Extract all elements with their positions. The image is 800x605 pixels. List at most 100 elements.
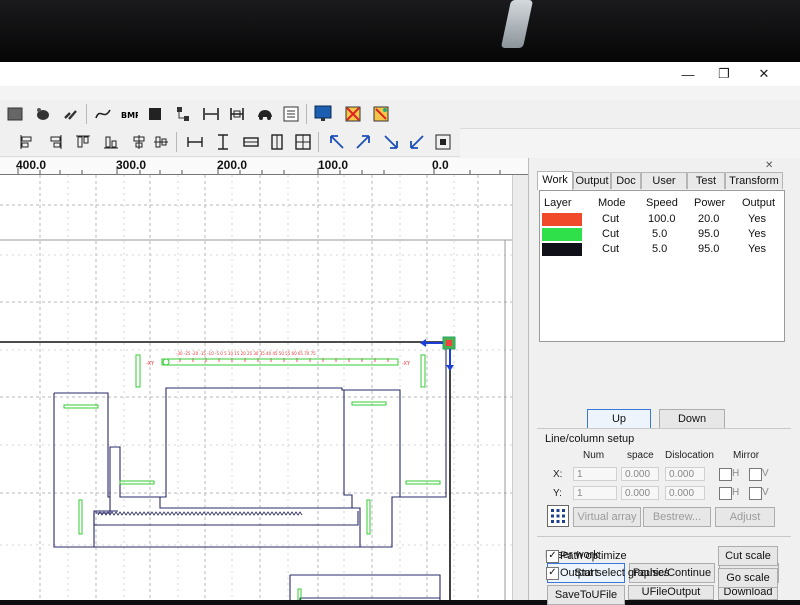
space-label: space [627, 450, 654, 461]
layer-up-button[interactable]: Up [587, 409, 651, 429]
line-column-title: Line/column setup [545, 433, 635, 445]
output-header: Output [742, 197, 776, 209]
h-label: H [732, 487, 740, 498]
red-select-icon[interactable] [342, 103, 364, 125]
bitmap-tool-icon[interactable]: BMP [118, 103, 140, 125]
layer-output: Yes [748, 243, 766, 255]
align-right-icon[interactable] [44, 131, 66, 153]
layer-speed: 100.0 [648, 213, 676, 225]
toolbar-separator [318, 132, 319, 152]
close-button[interactable]: ✕ [744, 62, 784, 86]
minimize-button[interactable]: — [668, 62, 708, 86]
output-select-checkbox[interactable]: ✓ [546, 567, 559, 580]
center-page-icon[interactable] [432, 131, 454, 153]
layer-output: Yes [748, 213, 766, 225]
path-optimize-checkbox[interactable]: ✓ [546, 550, 559, 563]
arrow-up-right-icon[interactable] [352, 131, 374, 153]
layer-output: Yes [748, 228, 766, 240]
dislocation-label: Dislocation [665, 450, 714, 461]
center-horizontal-icon[interactable] [128, 131, 150, 153]
layer-speed: 5.0 [652, 228, 668, 240]
go-scale-button[interactable]: Go scale [718, 568, 778, 588]
title-bar: — ❐ ✕ [0, 62, 800, 86]
same-height-icon[interactable] [212, 131, 234, 153]
layer-color-swatch[interactable] [542, 228, 582, 241]
toolbar-separator [86, 104, 87, 124]
tab-output[interactable]: Output [573, 172, 611, 189]
save-to-ufile-button[interactable]: SaveToUFile [547, 585, 625, 605]
path-optimize-label: Path optimize [560, 550, 627, 562]
virtual-array-button[interactable]: Virtual array [573, 507, 641, 527]
arrow-down-right-icon[interactable] [380, 131, 402, 153]
toolbar-separator [306, 104, 307, 124]
same-size-icon[interactable] [240, 131, 262, 153]
mode-header: Mode [598, 197, 626, 209]
ruler-label: 400.0 [16, 158, 47, 172]
tab-test[interactable]: Test [687, 172, 725, 189]
align-bottom-icon[interactable] [100, 131, 122, 153]
adjust-button[interactable]: Adjust [715, 507, 775, 527]
mirror-h-x-checkbox[interactable] [719, 468, 732, 481]
curve-tool-icon[interactable] [92, 103, 114, 125]
layer-row[interactable]: Cut 100.0 20.0 Yes [540, 213, 784, 227]
bestrew-button[interactable]: Bestrew... [643, 507, 711, 527]
arrow-down-left-icon[interactable] [406, 131, 428, 153]
layer-down-button[interactable]: Down [659, 409, 725, 429]
svg-text:-XY: -XY [402, 361, 411, 367]
mirror-v-y-checkbox[interactable] [749, 487, 762, 500]
align-top-icon[interactable] [72, 131, 94, 153]
align-left-icon[interactable] [16, 131, 38, 153]
layer-power: 20.0 [698, 213, 720, 225]
layer-color-swatch[interactable] [542, 243, 582, 256]
layer-row[interactable]: Cut 5.0 95.0 Yes [540, 243, 784, 257]
grid-distribute-icon[interactable] [292, 131, 314, 153]
ellipse-tool-icon[interactable] [32, 103, 54, 125]
center-vertical-icon[interactable] [150, 131, 172, 153]
distribute-icon[interactable] [266, 131, 288, 153]
layer-color-swatch[interactable] [542, 213, 582, 226]
mirror-label: Mirror [733, 450, 760, 461]
section-divider [537, 536, 791, 537]
height-dimension-icon[interactable] [226, 103, 248, 125]
mirror-h-y-checkbox[interactable] [719, 487, 732, 500]
tab-transform[interactable]: Transform [725, 172, 783, 189]
arrow-up-left-icon[interactable] [326, 131, 348, 153]
list-icon[interactable] [280, 103, 302, 125]
power-header: Power [694, 197, 726, 209]
canvas-vertical-scrollbar[interactable] [512, 175, 529, 600]
tab-user[interactable]: User [641, 172, 687, 189]
x-label: X: [553, 469, 563, 480]
link-tool-icon[interactable] [60, 103, 82, 125]
tab-work[interactable]: Work [537, 171, 573, 190]
align-toolbar [0, 128, 460, 157]
layer-row[interactable]: Cut 5.0 95.0 Yes [540, 228, 784, 242]
cut-scale-button[interactable]: Cut scale [718, 546, 778, 566]
tab-doc[interactable]: Doc [611, 172, 641, 189]
y-space-field[interactable]: 0.000 [621, 486, 659, 500]
panel-close-icon[interactable]: ✕ [765, 160, 773, 171]
layer-power: 95.0 [698, 228, 720, 240]
rectangle-tool-icon[interactable] [4, 103, 26, 125]
laser-app-window: — ❐ ✕ BMP 400.0 300.0 200.0 100.0 0.0 -3… [0, 62, 800, 605]
main-toolbar: BMP [0, 100, 800, 129]
monitor-icon[interactable] [312, 103, 334, 125]
fill-rect-icon[interactable] [144, 103, 166, 125]
output-select-label: Output select graphics [560, 567, 670, 579]
y-num-field[interactable]: 1 [573, 486, 617, 500]
mirror-v-x-checkbox[interactable] [749, 468, 762, 481]
multi-select-icon[interactable] [370, 103, 392, 125]
y-dislocation-field[interactable]: 0.000 [665, 486, 705, 500]
drawing-canvas[interactable]: -30 -25 -20 -15 -10 -5 0 5 10 15 20 25 3… [0, 175, 528, 600]
x-num-field[interactable]: 1 [573, 467, 617, 481]
x-dislocation-field[interactable]: 0.000 [665, 467, 705, 481]
array-grid-icon[interactable] [547, 505, 569, 527]
x-space-field[interactable]: 0.000 [621, 467, 659, 481]
maximize-button[interactable]: ❐ [704, 62, 744, 86]
ruler-label: 300.0 [116, 158, 147, 172]
v-label: V [762, 487, 769, 498]
car-icon[interactable] [254, 103, 276, 125]
node-tool-icon[interactable] [172, 103, 194, 125]
same-width-icon[interactable] [184, 131, 206, 153]
width-dimension-icon[interactable] [200, 103, 222, 125]
canvas-drawing: -30 -25 -20 -15 -10 -5 0 5 10 15 20 25 3… [0, 175, 512, 600]
